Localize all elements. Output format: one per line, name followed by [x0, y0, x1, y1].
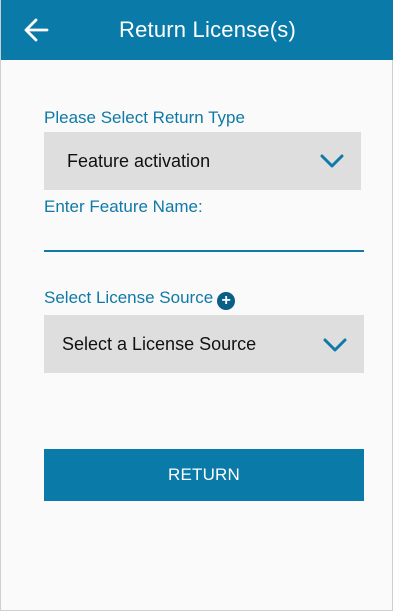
license-source-selected-value: Select a License Source	[62, 334, 257, 354]
license-source-label: Select License Source	[44, 288, 214, 307]
return-type-label: Please Select Return Type	[44, 108, 245, 127]
license-source-select[interactable]: Select a License Source	[44, 315, 364, 373]
arrow-left-icon	[24, 18, 49, 42]
back-button[interactable]	[19, 14, 53, 46]
return-button[interactable]: RETURN	[44, 449, 364, 501]
chevron-down-icon	[323, 338, 347, 352]
return-type-select[interactable]: Feature activation	[44, 132, 361, 190]
feature-name-input[interactable]	[44, 250, 364, 252]
return-type-selected-value: Feature activation	[67, 151, 211, 171]
page-title: Return License(s)	[119, 17, 297, 42]
return-license-screen: Return License(s) Please Select Return T…	[0, 0, 393, 611]
app-bar: Return License(s)	[1, 0, 393, 60]
feature-name-label: Enter Feature Name:	[44, 197, 203, 216]
plus-circle-icon[interactable]: +	[217, 292, 236, 310]
license-source-label-row: Select License Source +	[44, 288, 236, 310]
chevron-down-icon	[320, 154, 344, 168]
